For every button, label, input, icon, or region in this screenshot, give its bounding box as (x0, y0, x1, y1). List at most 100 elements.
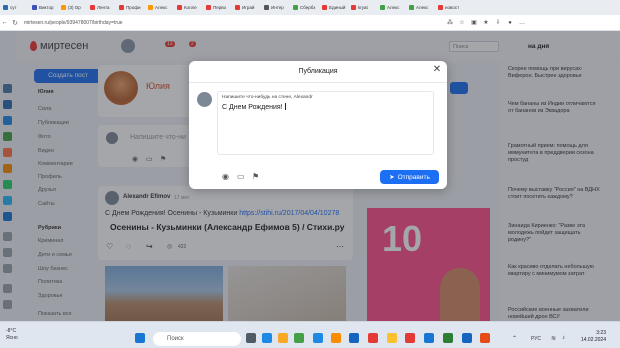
modal-hint: Напишите что-нибудь на стене, Alexandr (222, 95, 313, 100)
tab-favicon-icon (61, 5, 66, 10)
browser-tab[interactable]: Перво (203, 0, 232, 15)
tab-label: Алекс (387, 5, 400, 10)
modal-title: Публикация (298, 68, 338, 75)
browser-tab[interactable]: Играй (232, 0, 261, 15)
tab-favicon-icon (206, 5, 211, 10)
explorer-icon[interactable] (278, 333, 288, 343)
tab-favicon-icon (32, 5, 37, 10)
browser-tab[interactable]: Единый (319, 0, 348, 15)
clock-date: 14.02.2024 (580, 337, 606, 343)
downloads-icon[interactable]: ⇩ (492, 19, 504, 26)
volume-icon[interactable]: ♪ (562, 335, 565, 341)
browser-tab[interactable]: новост (435, 0, 464, 15)
app-icon-5[interactable] (387, 333, 397, 343)
weather-widget[interactable]: -8°C Ясно (6, 328, 18, 342)
collections-icon[interactable]: ▣ (468, 19, 480, 26)
browser-tab[interactable]: Интер (261, 0, 290, 15)
tab-favicon-icon (264, 5, 269, 10)
app-icon-2[interactable] (313, 333, 323, 343)
send-button-label: Отправить (397, 173, 430, 181)
modal-message-text: С Днем Рождения! (222, 104, 283, 111)
browser-tab[interactable]: Алекс (406, 0, 435, 15)
tab-favicon-icon (322, 5, 327, 10)
tab-favicon-icon (409, 5, 414, 10)
tab-favicon-icon (177, 5, 182, 10)
tab-label: Колле (184, 5, 197, 10)
tab-label: сут (10, 5, 17, 10)
tab-favicon-icon (438, 5, 443, 10)
more-icon[interactable]: … (516, 20, 528, 26)
modal-message-input[interactable]: С Днем Рождения! (222, 103, 427, 111)
tab-label: Сбербз (300, 5, 316, 10)
browser-tab[interactable]: Лента (87, 0, 116, 15)
arrow-left-icon[interactable]: ← (0, 19, 10, 26)
browser-tab[interactable]: Профи (116, 0, 145, 15)
app-icon-7[interactable] (424, 333, 434, 343)
windows-start-icon[interactable] (135, 333, 145, 343)
app-icon-9[interactable] (462, 333, 472, 343)
browser-tab[interactable]: Алекс (377, 0, 406, 15)
tab-label: Лента (97, 5, 110, 10)
star-icon[interactable]: ☆ (456, 19, 468, 26)
task-view-icon[interactable] (246, 333, 256, 343)
close-icon[interactable]: ✕ (432, 64, 442, 76)
tab-favicon-icon (351, 5, 356, 10)
text-caret (284, 103, 286, 110)
tab-label: Перво (213, 5, 227, 10)
yandex-icon[interactable] (368, 333, 378, 343)
video-icon[interactable]: ▭ (237, 172, 245, 181)
profile-icon[interactable]: ● (504, 20, 516, 26)
browser-tab[interactable]: kryat (348, 0, 377, 15)
tab-label: Интер (271, 5, 284, 10)
language-indicator[interactable]: РУС (531, 336, 541, 342)
translate-icon[interactable]: ⁂ (444, 19, 456, 26)
modal-divider (189, 82, 447, 83)
windows-taskbar (0, 321, 620, 348)
tab-label: Алекс (155, 5, 168, 10)
browser-tab[interactable]: (3) Ор (58, 0, 87, 15)
tab-label: Алекс (416, 5, 429, 10)
tab-favicon-icon (148, 5, 153, 10)
taskbar-clock[interactable]: 3:23 14.02.2024 (578, 330, 606, 344)
browser-tab[interactable]: сут (0, 0, 29, 15)
tab-label: Единый (329, 5, 346, 10)
app-icon-10[interactable] (480, 333, 490, 343)
flag-icon[interactable]: ⚑ (252, 172, 259, 181)
send-button[interactable]: ➤ Отправить (380, 170, 439, 184)
tab-label: (3) Ор (68, 5, 81, 10)
taskbar-search[interactable]: Поиск (153, 332, 241, 346)
send-arrow-icon: ➤ (389, 174, 395, 181)
tab-label: kryat (358, 5, 368, 10)
app-icon-6[interactable] (405, 333, 415, 343)
tab-label: новост (445, 5, 460, 10)
browser-tab[interactable]: Сбербз (290, 0, 319, 15)
browser-tab[interactable]: Виктор (29, 0, 58, 15)
weather-desc: Ясно (6, 335, 18, 341)
reload-icon[interactable]: ↻ (10, 19, 20, 27)
tab-favicon-icon (119, 5, 124, 10)
browser-tab-bar: сут Виктор (3) Ор Лента Профи Алекс Колле Перво… (0, 0, 620, 15)
tab-favicon-icon (90, 5, 95, 10)
app-icon-8[interactable] (443, 333, 453, 343)
browser-tab[interactable]: Алекс (145, 0, 174, 15)
wifi-icon[interactable]: ≋ (551, 335, 556, 342)
favorites-icon[interactable]: ★ (480, 19, 492, 26)
browser-tab[interactable]: Колле (174, 0, 203, 15)
edge-taskbar-icon[interactable] (262, 333, 272, 343)
browser-address-bar: ← ↻ mirtesen.ru/people/939478007/birthda… (0, 15, 620, 31)
app-icon-1[interactable] (294, 333, 304, 343)
weather-temp: -8°C (6, 328, 17, 334)
modal-avatar (197, 92, 212, 107)
url-field[interactable]: mirtesen.ru/people/939478007/birthday=tr… (24, 20, 444, 26)
app-icon-3[interactable] (331, 333, 341, 343)
tab-label: Профи (126, 5, 141, 10)
app-icon-4[interactable] (349, 333, 359, 343)
modal-text-area[interactable] (217, 91, 434, 155)
camera-icon[interactable]: ◉ (222, 172, 229, 181)
tab-favicon-icon (293, 5, 298, 10)
tab-label: Играй (242, 5, 255, 10)
chevron-up-icon[interactable]: ⌃ (512, 335, 517, 342)
tab-favicon-icon (3, 5, 8, 10)
clock-time: 3:23 (596, 330, 606, 336)
tab-favicon-icon (380, 5, 385, 10)
